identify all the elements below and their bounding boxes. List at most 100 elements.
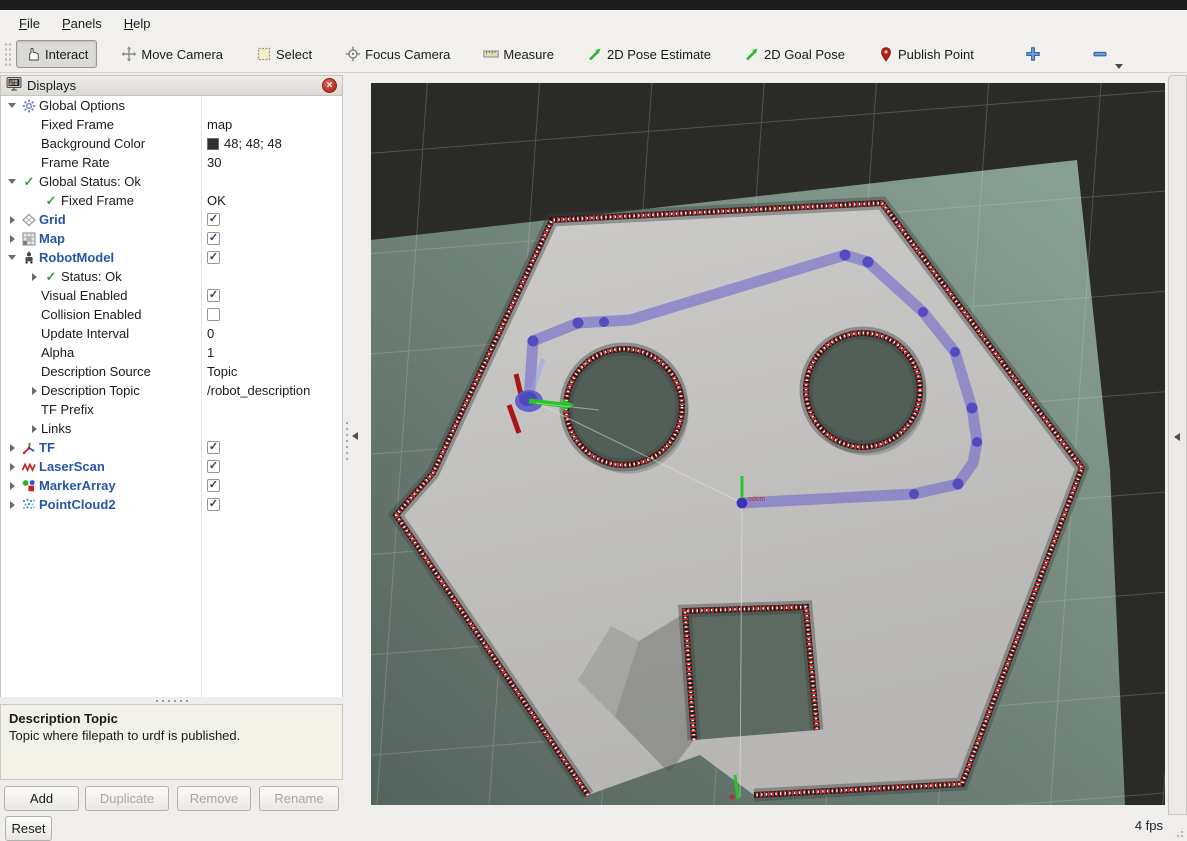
toolbar-drag-handle[interactable] <box>4 42 12 66</box>
menu-panels[interactable]: Panels <box>51 12 113 35</box>
row-label: Global Options <box>39 98 125 113</box>
tree-row-visual-enabled[interactable]: Visual Enabled✓ <box>1 286 342 305</box>
tree-row-global-options[interactable]: Global Options <box>1 96 342 115</box>
collapsed-right-panel[interactable] <box>1168 75 1187 815</box>
tree-row-laserscan[interactable]: LaserScan✓ <box>1 457 342 476</box>
row-label: Description Source <box>41 364 151 379</box>
green-arrow-icon <box>744 46 760 62</box>
window-resize-grip[interactable] <box>1172 826 1185 839</box>
row-value-text[interactable]: 0 <box>207 326 214 341</box>
tree-row-tf[interactable]: TF ✓ <box>1 438 342 457</box>
tree-row-description-source[interactable]: Description Source Topic <box>1 362 342 381</box>
tool-2d-pose-estimate-button[interactable]: 2D Pose Estimate <box>578 40 720 68</box>
hand-icon <box>25 46 41 62</box>
expand-arrow-icon[interactable] <box>10 444 15 452</box>
expand-arrow-icon[interactable] <box>10 216 15 224</box>
tree-row-background-color[interactable]: Background Color48; 48; 48 <box>1 134 342 153</box>
expand-right-panel-arrow-icon[interactable] <box>1174 433 1180 441</box>
tree-row-fixed-frame[interactable]: Fixed Framemap <box>1 115 342 134</box>
checkbox[interactable] <box>207 308 220 321</box>
tree-row-status-ok[interactable]: ✓Status: Ok <box>1 267 342 286</box>
fps-counter: 4 fps <box>1135 818 1163 833</box>
add-tool-button[interactable] <box>1016 40 1054 68</box>
rename-button[interactable]: Rename <box>259 786 339 811</box>
checkbox[interactable]: ✓ <box>207 232 220 245</box>
tree-row-map[interactable]: Map✓ <box>1 229 342 248</box>
tree-row-fixed-frame[interactable]: ✓Fixed FrameOK <box>1 191 342 210</box>
tool-publish-point-button[interactable]: Publish Point <box>869 40 983 68</box>
remove-tool-button[interactable] <box>1083 40 1121 68</box>
row-value-text[interactable]: Topic <box>207 364 237 379</box>
tree-row-pointcloud2[interactable]: PointCloud2✓ <box>1 495 342 514</box>
expand-arrow-icon[interactable] <box>8 103 16 108</box>
tf-icon <box>19 440 39 456</box>
row-label: Frame Rate <box>41 155 110 170</box>
expand-arrow-icon[interactable] <box>32 387 37 395</box>
expand-arrow-icon[interactable] <box>8 255 16 260</box>
checkbox[interactable]: ✓ <box>207 479 220 492</box>
expand-arrow-icon[interactable] <box>32 273 37 281</box>
tool-measure-button[interactable]: Measure <box>474 40 563 68</box>
row-value-text[interactable]: OK <box>207 193 226 208</box>
displays-tree: Global Options Fixed FramemapBackground C… <box>0 96 343 697</box>
expand-arrow-icon[interactable] <box>10 463 15 471</box>
displays-panel-titlebar[interactable]: Displays × <box>0 75 343 96</box>
row-label: Update Interval <box>41 326 129 341</box>
row-label: Alpha <box>41 345 74 360</box>
select-box-icon <box>256 46 272 62</box>
row-value-text[interactable]: 48; 48; 48 <box>224 136 282 151</box>
expand-arrow-icon[interactable] <box>8 179 16 184</box>
reset-button[interactable]: Reset <box>5 816 52 841</box>
tree-row-update-interval[interactable]: Update Interval 0 <box>1 324 342 343</box>
tool-move-camera-button[interactable]: Move Camera <box>112 40 232 68</box>
expand-arrow-icon[interactable] <box>10 501 15 509</box>
close-icon[interactable]: × <box>322 78 337 93</box>
grid-icon <box>19 212 39 228</box>
tree-row-grid[interactable]: Grid✓ <box>1 210 342 229</box>
checkbox[interactable]: ✓ <box>207 441 220 454</box>
tool-focus-camera-button[interactable]: Focus Camera <box>336 40 459 68</box>
expand-arrow-icon[interactable] <box>10 482 15 490</box>
tool-2d-goal-pose-button[interactable]: 2D Goal Pose <box>735 40 854 68</box>
collapse-panel-arrow-icon[interactable] <box>352 432 358 440</box>
tree-row-links[interactable]: Links <box>1 419 342 438</box>
tool-select-button[interactable]: Select <box>247 40 321 68</box>
crosshair-icon <box>345 46 361 62</box>
remove-button[interactable]: Remove <box>177 786 251 811</box>
tool-interact-button[interactable]: Interact <box>16 40 97 68</box>
check-icon: ✓ <box>41 193 61 209</box>
color-swatch <box>207 138 219 150</box>
checkbox[interactable]: ✓ <box>207 498 220 511</box>
checkbox[interactable]: ✓ <box>207 460 220 473</box>
splitter-dots-handle[interactable] <box>345 420 349 460</box>
tree-row-description-topic[interactable]: Description Topic/robot_description <box>1 381 342 400</box>
checkbox[interactable]: ✓ <box>207 289 220 302</box>
row-value-text[interactable]: 30 <box>207 155 221 170</box>
displays-panel-icon <box>6 76 22 95</box>
expand-arrow-icon[interactable] <box>32 425 37 433</box>
tree-row-collision-enabled[interactable]: Collision Enabled <box>1 305 342 324</box>
panel-splitter-handle[interactable] <box>154 699 190 703</box>
menu-help[interactable]: Help <box>113 12 162 35</box>
tree-row-robotmodel[interactable]: RobotModel✓ <box>1 248 342 267</box>
chevron-down-icon[interactable] <box>1115 64 1123 69</box>
toolbar: Interact Move Camera Select Focus Camera… <box>0 36 1187 73</box>
checkbox[interactable]: ✓ <box>207 213 220 226</box>
row-value-text[interactable]: map <box>207 117 232 132</box>
help-title: Description Topic <box>9 711 334 726</box>
tree-row-tf-prefix[interactable]: TF Prefix <box>1 400 342 419</box>
tree-row-alpha[interactable]: Alpha 1 <box>1 343 342 362</box>
checkbox[interactable]: ✓ <box>207 251 220 264</box>
tree-row-frame-rate[interactable]: Frame Rate 30 <box>1 153 342 172</box>
duplicate-button[interactable]: Duplicate <box>85 786 169 811</box>
menu-file[interactable]: File <box>8 12 51 35</box>
row-label: Global Status: Ok <box>39 174 141 189</box>
add-button[interactable]: Add <box>4 786 79 811</box>
tree-row-global-status-ok[interactable]: ✓Global Status: Ok <box>1 172 342 191</box>
row-value-text[interactable]: /robot_description <box>207 383 310 398</box>
row-value-text[interactable]: 1 <box>207 345 214 360</box>
row-label: TF <box>39 440 55 455</box>
expand-arrow-icon[interactable] <box>10 235 15 243</box>
3d-viewport[interactable]: odom <box>371 83 1165 805</box>
tree-row-markerarray[interactable]: MarkerArray✓ <box>1 476 342 495</box>
